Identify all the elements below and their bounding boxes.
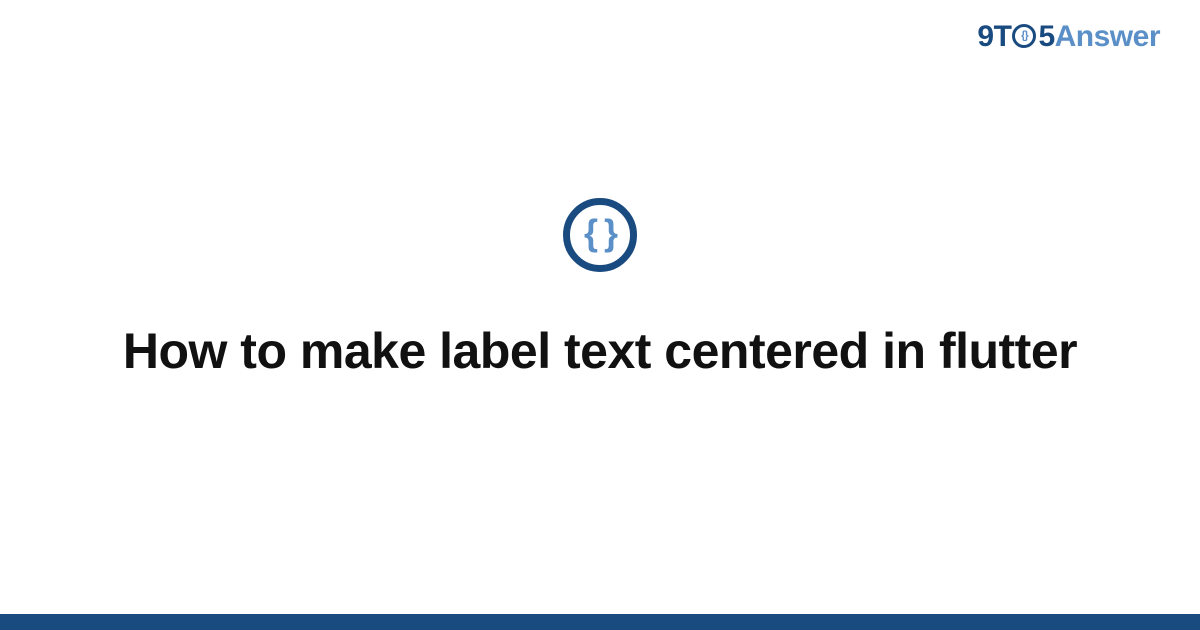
page-title: How to make label text centered in flutt…	[123, 320, 1077, 383]
footer-accent-bar	[0, 614, 1200, 630]
main-content: { } How to make label text centered in f…	[0, 0, 1200, 630]
braces-circle-icon: { }	[563, 198, 637, 272]
braces-glyph: { }	[584, 215, 616, 251]
